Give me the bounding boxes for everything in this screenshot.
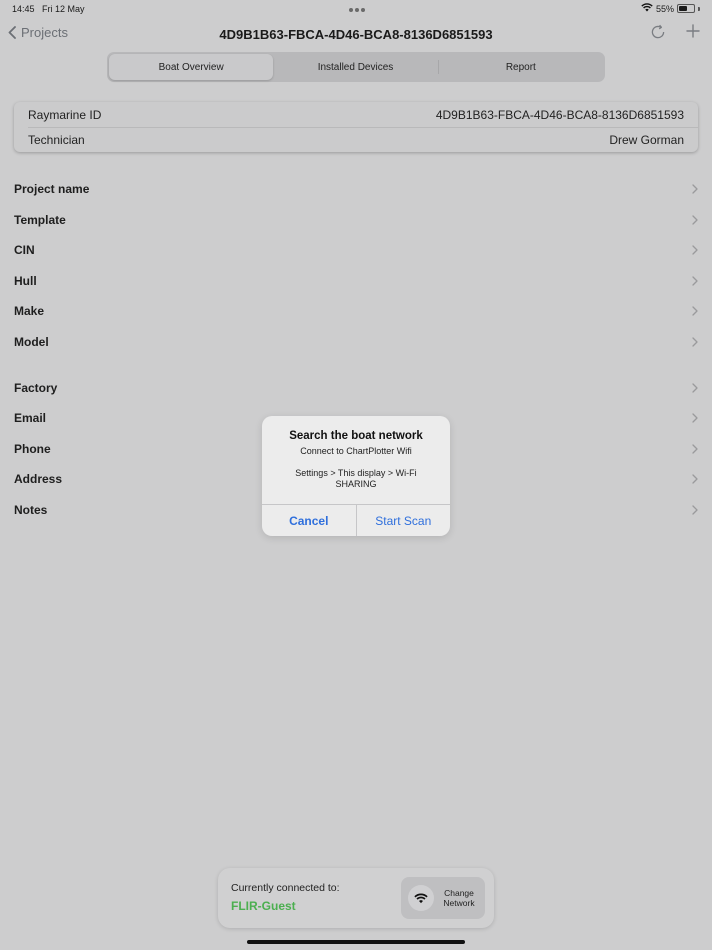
change-network-button[interactable]: Change Network: [401, 877, 485, 919]
page-title: 4D9B1B63-FBCA-4D46-BCA8-8136D6851593: [219, 27, 493, 42]
field-row-factory[interactable]: Factory: [0, 374, 712, 404]
network-name: FLIR-Guest: [231, 899, 296, 913]
field-row-model[interactable]: Model: [0, 328, 712, 358]
info-row-raymarine-id: Raymarine ID 4D9B1B63-FBCA-4D46-BCA8-813…: [28, 108, 684, 122]
alert-title: Search the boat network: [289, 430, 423, 442]
info-value: Drew Gorman: [609, 133, 684, 147]
info-label: Raymarine ID: [28, 108, 102, 122]
home-indicator: [247, 940, 465, 944]
chevron-right-icon: [692, 245, 698, 255]
wifi-icon: [408, 885, 434, 911]
field-row-project-name[interactable]: Project name: [0, 175, 712, 205]
info-card: Raymarine ID 4D9B1B63-FBCA-4D46-BCA8-813…: [14, 102, 698, 152]
field-label: Model: [14, 335, 49, 349]
field-label: Phone: [14, 442, 51, 456]
multitasking-dots-icon[interactable]: [349, 8, 365, 12]
chevron-right-icon: [692, 474, 698, 484]
network-panel: Currently connected to: FLIR-Guest Chang…: [218, 868, 494, 928]
nav-actions: [650, 24, 700, 45]
field-row-make[interactable]: Make: [0, 297, 712, 327]
field-row-hull[interactable]: Hull: [0, 267, 712, 297]
alert-message: Connect to ChartPlotter Wifi: [300, 446, 412, 456]
field-label: Email: [14, 411, 47, 425]
tab-report[interactable]: Report: [439, 54, 603, 80]
chevron-right-icon: [692, 413, 698, 423]
tab-segmented-control: Boat Overview Installed Devices Report: [107, 52, 605, 82]
info-row-technician: Technician Drew Gorman: [28, 133, 684, 147]
alert-message-detail: Settings > This display > Wi-Fi SHARING: [295, 468, 417, 489]
network-status-label: Currently connected to:: [231, 882, 340, 894]
chevron-right-icon: [692, 337, 698, 347]
chevron-right-icon: [692, 505, 698, 515]
status-bar: 14:45 Fri 12 May 55%: [0, 0, 712, 18]
chevron-right-icon: [692, 215, 698, 225]
refresh-icon[interactable]: [650, 24, 666, 45]
navigation-bar: Projects 4D9B1B63-FBCA-4D46-BCA8-8136D68…: [0, 22, 712, 48]
field-label: Factory: [14, 381, 58, 395]
divider: [28, 127, 698, 128]
field-label: CIN: [14, 243, 35, 257]
cancel-button[interactable]: Cancel: [262, 505, 357, 536]
chevron-right-icon: [692, 444, 698, 454]
plus-icon[interactable]: [686, 24, 700, 45]
info-value: 4D9B1B63-FBCA-4D46-BCA8-8136D6851593: [435, 108, 684, 122]
field-label: Make: [14, 304, 45, 318]
alert-dialog: Search the boat network Connect to Chart…: [262, 416, 450, 536]
field-label: Notes: [14, 503, 48, 517]
chevron-right-icon: [692, 306, 698, 316]
field-row-cin[interactable]: CIN: [0, 236, 712, 266]
start-scan-button[interactable]: Start Scan: [357, 505, 451, 536]
chevron-right-icon: [692, 184, 698, 194]
battery-percent: 55%: [655, 3, 674, 14]
chevron-right-icon: [692, 383, 698, 393]
change-network-label: Change Network: [443, 888, 475, 908]
status-time: 14:45: [12, 4, 35, 14]
alert-buttons: Cancel Start Scan: [262, 504, 450, 536]
tab-boat-overview[interactable]: Boat Overview: [109, 54, 274, 80]
status-date: Fri 12 May: [42, 4, 85, 14]
status-right: 55%: [641, 3, 700, 14]
field-label: Hull: [14, 274, 37, 288]
battery-icon: [677, 4, 695, 13]
field-label: Template: [14, 213, 66, 227]
tab-installed-devices[interactable]: Installed Devices: [273, 54, 437, 80]
field-label: Address: [14, 472, 63, 486]
field-label: Project name: [14, 182, 90, 196]
info-label: Technician: [28, 133, 85, 147]
field-row-template[interactable]: Template: [0, 206, 712, 236]
chevron-right-icon: [692, 276, 698, 286]
wifi-status-icon: [641, 3, 653, 14]
